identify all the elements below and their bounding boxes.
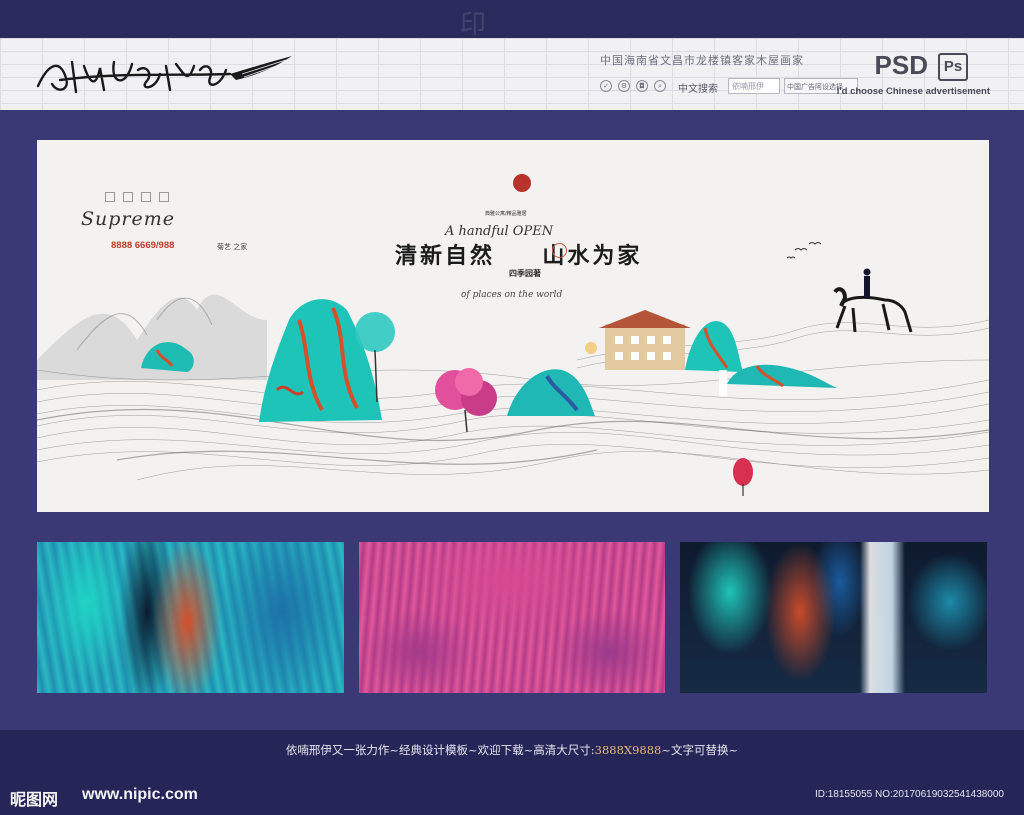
small-seal-icon [552,243,567,258]
brand-logo: Supreme [81,208,176,230]
check-icon: ✓ [600,80,612,92]
search-row: ✓ ⚙ ◘ ⌕ 中文搜索 依喃邢伊 中国广告阿设选择 [600,78,860,96]
headline-en-bottom: of places on the world [461,290,563,300]
headline-en-top: A handful OPEN [445,224,554,239]
search-input[interactable]: 依喃邢伊 [728,78,780,94]
choose-text: I'd choose Chinese advertisement [836,86,990,97]
qr-icon [105,192,115,202]
thumbnail-pink [359,542,665,693]
settings-icon: ⚙ [618,80,630,92]
header-right: 中国海南省文昌市龙楼镇客家木屋画家 ✓ ⚙ ◘ ⌕ 中文搜索 依喃邢伊 中国广告… [600,50,990,102]
subtitle-tag: 四季园著 [509,269,541,278]
deco-text: 菊艺 之家 [217,243,248,251]
poster-caption-line: 典雅公寓/精品雅居 [485,211,527,217]
image-id: ID:18155055 NO:20170619032541438000 [814,789,1004,800]
brand-phone: 8888 6669/988 [111,240,175,251]
caption-suffix: ~文字可替换~ [661,743,739,757]
qr-icon [141,192,151,202]
qr-icon [123,192,133,202]
psd-badge: PSD [874,50,928,80]
brand-block: Supreme 8888 6669/988 [77,188,237,258]
top-watermark-glyph: 印 [460,10,491,40]
search-label: 中文搜索 [678,84,718,95]
red-seal-icon [513,174,531,192]
search-icon: ⌕ [654,80,666,92]
photoshop-icon: Ps [938,53,968,81]
caption-prefix: 依喃邢伊又一张力作~经典设计模板~欢迎下载~高清大尺寸: [285,743,595,757]
site-logo[interactable]: 昵图网 [10,786,58,810]
site-url-link[interactable]: www.nipic.com [82,786,198,804]
signature-logo [36,56,292,94]
headline-cn-left: 清新自然 [395,243,496,269]
qr-icon [159,192,169,202]
top-stripe [0,0,1024,38]
lock-icon: ◘ [636,80,648,92]
thumbnail-teal-orange [37,542,344,693]
caption-size: 3888X9888 [594,743,662,757]
footer-caption: 依喃邢伊又一张力作~经典设计模板~欢迎下载~高清大尺寸:3888X9888~文字… [0,742,1024,758]
headline-cn: 清新自然 山水为家 [395,238,642,270]
poster-artwork: Supreme 8888 6669/988 菊艺 之家 典雅公寓/精品雅居 A … [37,140,989,512]
thumbnail-waterfall [680,542,987,693]
header-tagline: 中国海南省文昌市龙楼镇客家木屋画家 [600,54,804,67]
brand-icon-row [105,192,185,204]
